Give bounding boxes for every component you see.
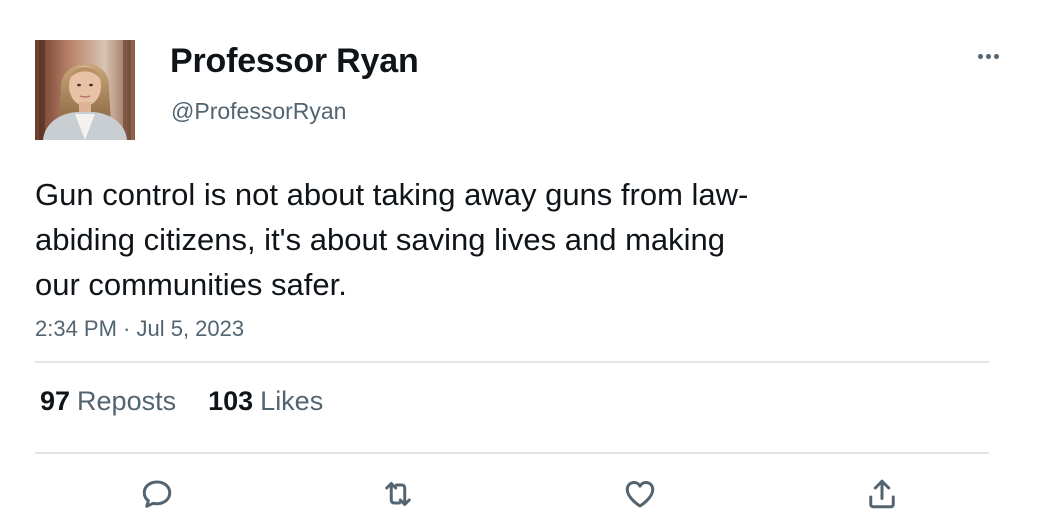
- reply-icon: [142, 480, 172, 508]
- tweet-text: Gun control is not about taking away gun…: [35, 177, 749, 302]
- likes-label: Likes: [260, 386, 324, 416]
- tweet-timestamp[interactable]: 2:34 PM · Jul 5, 2023: [35, 316, 244, 342]
- more-options-button[interactable]: [964, 40, 1012, 72]
- share-icon: [869, 479, 895, 509]
- avatar-image: [35, 40, 135, 140]
- reply-button[interactable]: [137, 474, 177, 514]
- divider: [35, 452, 989, 454]
- author-handle[interactable]: @ProfessorRyan: [171, 98, 346, 125]
- reposts-count: 97: [40, 386, 71, 416]
- heart-icon: [625, 480, 655, 508]
- more-dot-icon: [977, 53, 983, 59]
- engagement-stats: 97 Reposts 103 Likes: [40, 386, 323, 417]
- reposts-stat[interactable]: 97 Reposts: [40, 386, 176, 417]
- more-dot-icon: [985, 53, 991, 59]
- repost-icon: [385, 482, 411, 506]
- reposts-label: Reposts: [77, 386, 177, 416]
- share-button[interactable]: [862, 474, 902, 514]
- author-display-name[interactable]: Professor Ryan: [170, 42, 419, 81]
- repost-button[interactable]: [378, 474, 418, 514]
- more-dot-icon: [993, 53, 999, 59]
- like-button[interactable]: [620, 474, 660, 514]
- tweet-card: Professor Ryan @ProfessorRyan Gun contro…: [0, 0, 1050, 525]
- avatar[interactable]: [35, 40, 135, 140]
- likes-stat[interactable]: 103 Likes: [208, 386, 323, 417]
- likes-count: 103: [208, 386, 254, 416]
- divider: [35, 361, 989, 363]
